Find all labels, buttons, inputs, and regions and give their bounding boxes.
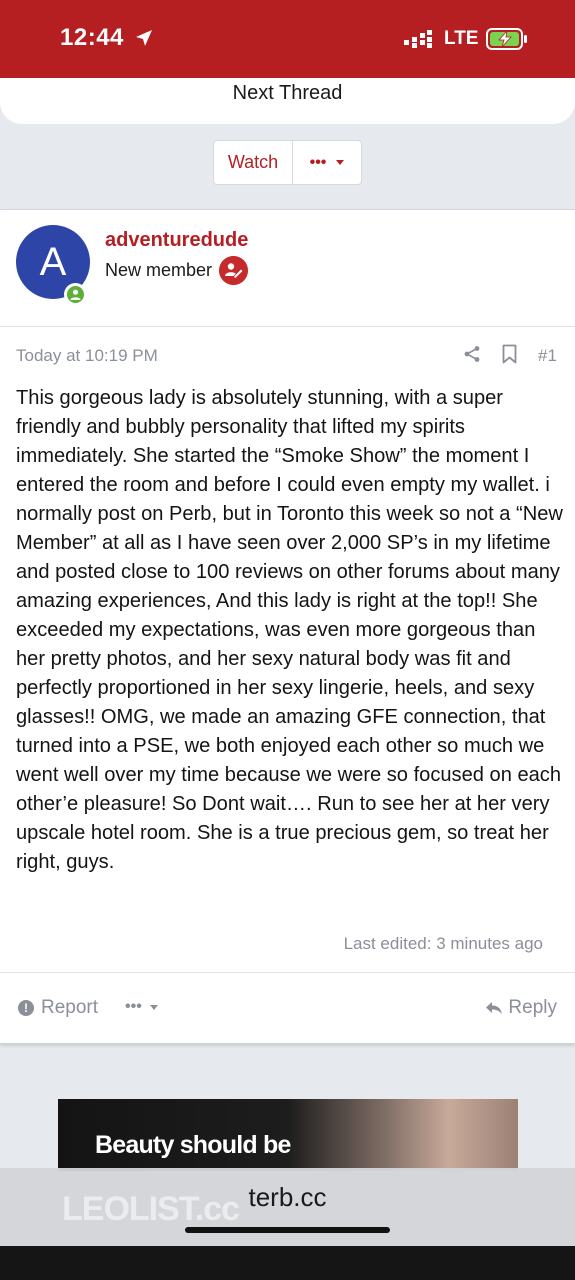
more-dots-icon: ••• (125, 998, 142, 1015)
post-more-button[interactable]: ••• (125, 998, 158, 1016)
exclamation-circle-icon: ! (18, 1000, 34, 1016)
new-member-badge-icon (219, 256, 248, 285)
avatar-letter: A (39, 239, 67, 284)
network-type: LTE (444, 28, 479, 49)
bookmark-icon[interactable] (502, 344, 517, 364)
ad-headline: Beauty should be (95, 1131, 291, 1159)
reply-button[interactable]: Reply (485, 997, 557, 1019)
home-indicator[interactable] (185, 1227, 390, 1233)
post-author-row: A adventuredude New member (0, 210, 575, 327)
status-bar: 12:44 LTE (0, 0, 575, 78)
post-footer-divider (0, 972, 575, 973)
post-card: A adventuredude New member Today at 10:1… (0, 209, 575, 1044)
status-time: 12:44 (60, 24, 124, 51)
thread-action-group: Watch ••• (213, 140, 362, 185)
last-edited-note[interactable]: Last edited: 3 minutes ago (344, 934, 543, 954)
reply-arrow-icon (486, 1002, 503, 1014)
report-label: Report (41, 997, 99, 1018)
chevron-down-icon (149, 1004, 158, 1010)
chevron-down-icon (336, 160, 345, 165)
next-thread-card: Next Thread (0, 78, 575, 124)
post-body: This gorgeous lady is absolutely stunnin… (16, 387, 563, 873)
share-icon[interactable] (463, 345, 481, 363)
more-dots-icon: ••• (309, 153, 327, 171)
post-timestamp[interactable]: Today at 10:19 PM (16, 346, 158, 366)
author-user-title: New member (105, 260, 213, 280)
battery-charging-icon (486, 28, 527, 50)
next-thread-link[interactable]: Next Thread (0, 82, 575, 105)
thread-more-button[interactable]: ••• (293, 141, 361, 184)
post-number-link[interactable]: #1 (538, 346, 557, 366)
online-status-icon (64, 283, 87, 306)
bottom-safe-area (0, 1246, 575, 1280)
reply-label: Reply (508, 997, 557, 1018)
report-button[interactable]: ! Report (18, 997, 98, 1019)
url-text[interactable]: terb.cc (0, 1182, 575, 1213)
author-username[interactable]: adventuredude (105, 229, 248, 252)
browser-address-bar[interactable]: LEOLIST.cc terb.cc (0, 1168, 575, 1246)
watch-button[interactable]: Watch (214, 141, 293, 184)
location-arrow-icon (136, 30, 152, 46)
advertisement-banner[interactable]: Beauty should be (58, 1099, 518, 1171)
cellular-signal-icon (404, 30, 432, 48)
